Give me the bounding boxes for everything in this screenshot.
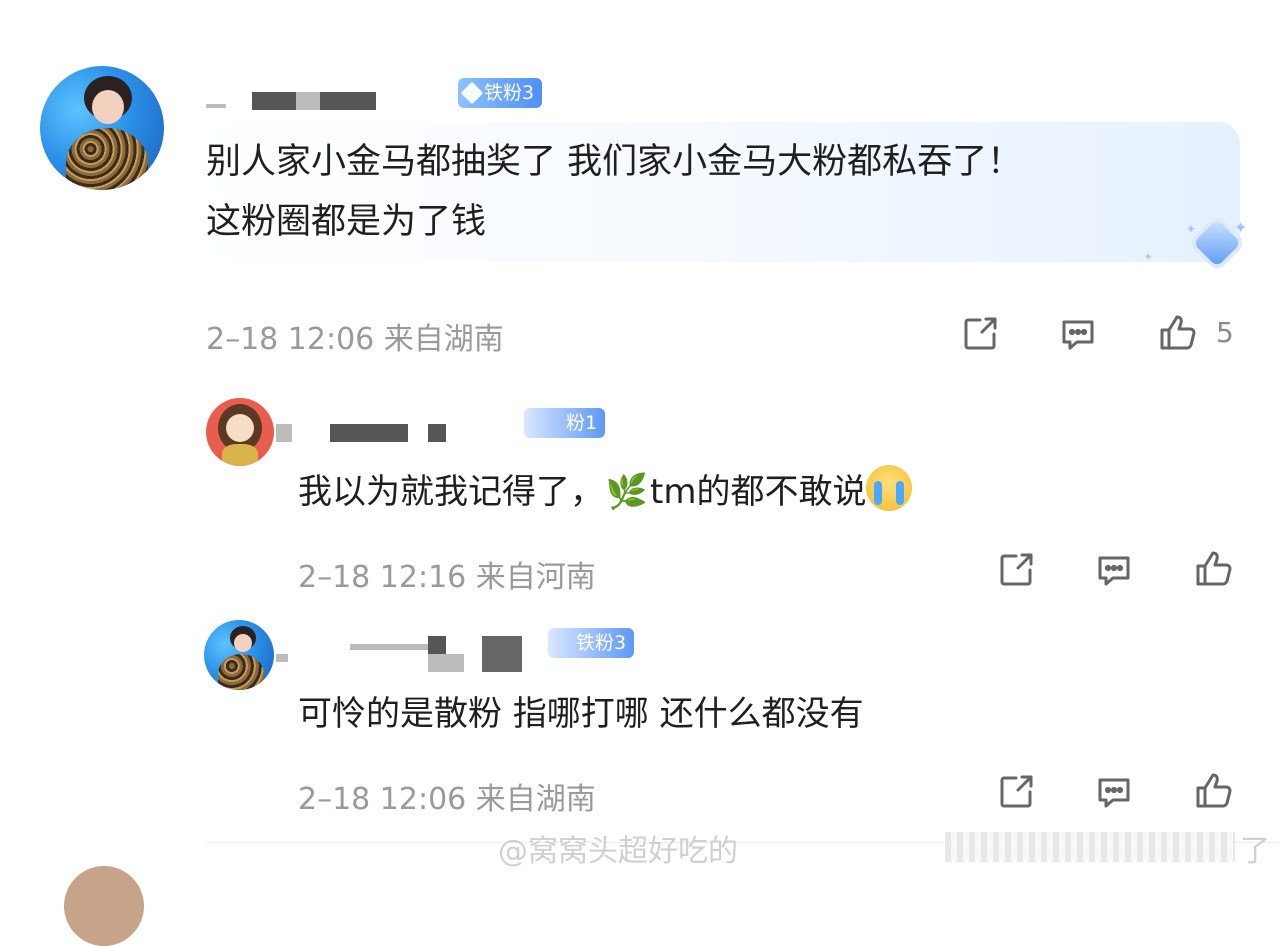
sparkle-icon: ✦ (1234, 218, 1248, 237)
fan-badge: 铁粉3 (458, 78, 543, 108)
share-icon[interactable] (996, 772, 1036, 812)
share-icon[interactable] (996, 550, 1036, 590)
like-icon[interactable] (1194, 548, 1234, 588)
share-icon[interactable] (960, 314, 1000, 354)
comment-text: 我以为就我记得了，🌿tm的都不敢说 (298, 462, 913, 522)
comment-meta: 2–18 12:16 来自河南 (298, 560, 596, 595)
avatar[interactable] (204, 620, 274, 690)
avatar[interactable] (206, 398, 274, 466)
fan-badge: 铁粉3 (548, 628, 635, 658)
herb-emoji-icon: 🌿 (605, 472, 649, 512)
like-icon[interactable] (1158, 312, 1198, 352)
sparkle-icon: ✦ (1144, 252, 1153, 263)
watermark-noise (945, 832, 1235, 862)
badge-label: 铁粉3 (484, 82, 535, 104)
username-redacted[interactable] (276, 424, 476, 442)
crying-emoji-icon (866, 465, 913, 511)
avatar[interactable] (64, 866, 144, 946)
comment-icon[interactable] (1094, 772, 1134, 812)
watermark: @窝窝头超好吃的 (498, 834, 738, 869)
username-redacted[interactable] (206, 92, 376, 110)
username-redacted[interactable] (276, 636, 556, 672)
fan-badge: 粉1 (524, 408, 606, 438)
watermark-tail: 了 (1240, 834, 1270, 869)
comment-meta: 2–18 12:06 来自湖南 (298, 782, 596, 817)
comment-icon[interactable] (1058, 314, 1098, 354)
sparkle-icon: ✦ (1186, 222, 1197, 236)
comment-text: 可怜的是散粉 指哪打哪 还什么都没有 (298, 694, 864, 734)
badge-label: 铁粉3 (576, 632, 627, 654)
like-count: 5 (1216, 316, 1234, 349)
comment-text: 别人家小金马都抽奖了 我们家小金马大粉都私吞了！ 这粉圈都是为了钱 (206, 142, 1023, 242)
avatar[interactable] (40, 66, 164, 190)
badge-label: 粉1 (566, 412, 598, 434)
comment-meta: 2–18 12:06 来自湖南 (206, 322, 504, 357)
diamond-icon (460, 81, 484, 105)
comment-icon[interactable] (1094, 550, 1134, 590)
like-icon[interactable] (1194, 770, 1234, 810)
